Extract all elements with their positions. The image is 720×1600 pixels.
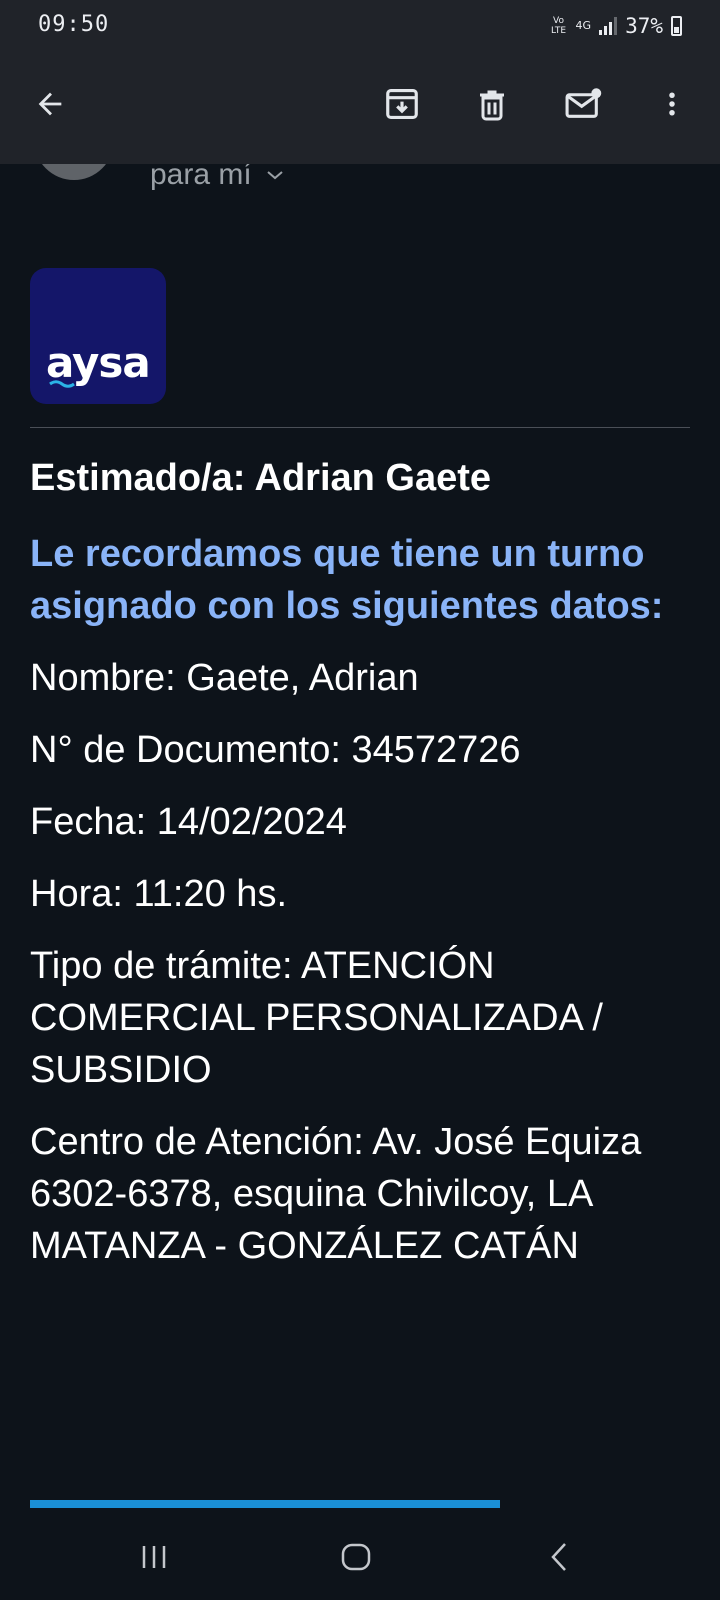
status-bar: 09:50 Vo LTE 4G 37%: [0, 0, 720, 52]
logo-wave-mark: [49, 380, 75, 388]
more-options-button[interactable]: [646, 78, 698, 130]
back-button[interactable]: [24, 78, 76, 130]
field-fecha: Fecha: 14/02/2024: [30, 801, 347, 843]
status-indicators: Vo LTE 4G 37%: [550, 12, 682, 40]
system-nav-bar: [0, 1512, 720, 1600]
battery-percent: 37%: [625, 14, 663, 38]
home-button[interactable]: [326, 1532, 386, 1582]
content-accent-bar: [30, 1500, 500, 1508]
status-time: 09:50: [38, 12, 110, 37]
field-tipo-tramite: Tipo de trámite: ATENCIÓN COMERCIAL PERS…: [30, 945, 603, 1091]
home-icon: [341, 1543, 371, 1571]
recents-icon: [142, 1546, 166, 1568]
field-documento: N° de Documento: 34572726: [30, 729, 521, 771]
nav-back-button[interactable]: [530, 1532, 590, 1582]
field-hora: Hora: 11:20 hs.: [30, 873, 288, 915]
intro-text: Le recordamos que tiene un turno asignad…: [30, 533, 664, 627]
archive-icon: [386, 88, 418, 120]
chevron-down-icon: [267, 171, 283, 180]
back-chevron-icon: [551, 1543, 566, 1571]
field-nombre: Nombre: Gaete, Adrian: [30, 657, 419, 699]
battery-icon: [671, 16, 682, 36]
signal-icon: [599, 17, 618, 35]
mail-unread-icon: [565, 88, 602, 118]
arrow-left-icon: [38, 92, 62, 116]
greeting: Estimado/a: Adrian Gaete: [30, 457, 492, 499]
aysa-logo: aysa: [30, 268, 166, 404]
field-centro-atencion: Centro de Atención: Av. José Equiza 6302…: [30, 1121, 642, 1267]
archive-button[interactable]: [376, 78, 428, 130]
mark-unread-button[interactable]: [558, 78, 610, 130]
recents-button[interactable]: [124, 1532, 184, 1582]
divider: [30, 427, 690, 428]
more-vert-icon: [669, 92, 675, 116]
email-body: Estimado/a: Adrian Gaete Le recordamos q…: [30, 452, 690, 1272]
trash-icon: [480, 90, 504, 121]
delete-button[interactable]: [466, 78, 518, 130]
volte-indicator: Vo LTE: [551, 16, 567, 36]
email-toolbar: [0, 52, 720, 164]
network-type-indicator: 4G: [575, 19, 592, 32]
